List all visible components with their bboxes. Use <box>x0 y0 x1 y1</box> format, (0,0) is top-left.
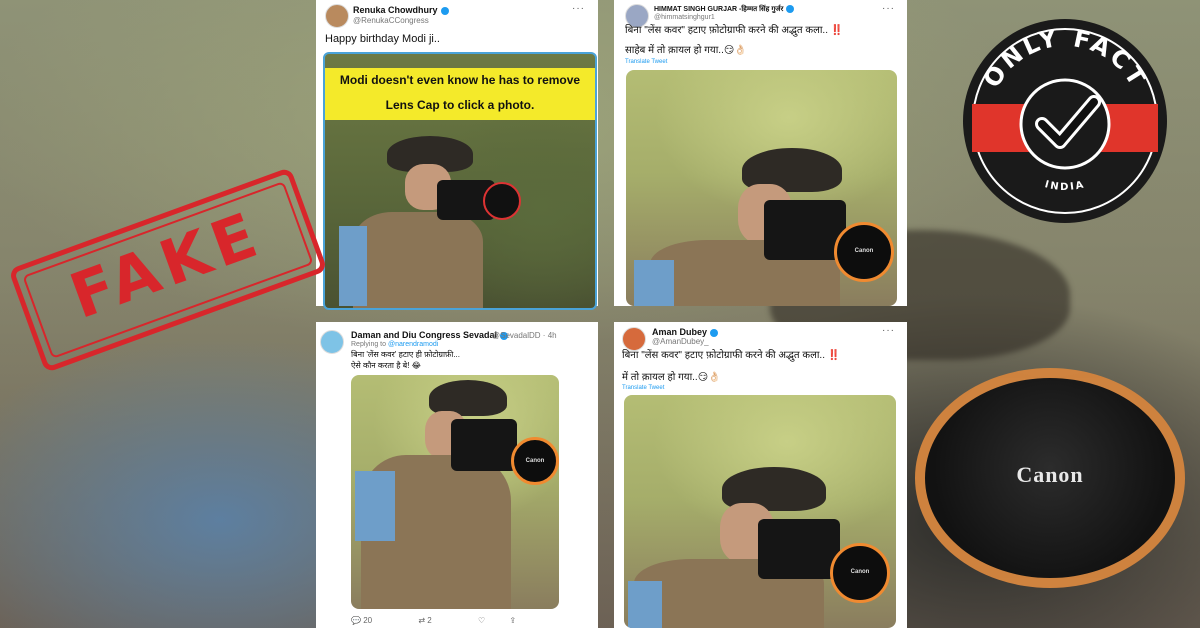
replying-to-handle-link[interactable]: @narendramodi <box>388 341 438 348</box>
like-button[interactable]: ♡ <box>478 616 485 625</box>
photo-shirt <box>355 471 395 541</box>
avatar[interactable] <box>325 4 349 28</box>
tweet-author-name[interactable]: Daman and Diu Congress Sevadal <box>351 330 509 340</box>
tweet-text-line2: में तो क़ायल हो गया..😏👌🏻 <box>622 372 721 383</box>
only-fact-india-logo: ONLY FACT INDIA <box>963 19 1167 223</box>
photo-shirt <box>634 260 674 306</box>
tweet-image[interactable]: Canon <box>351 375 559 609</box>
photo-camera <box>758 519 840 579</box>
meme-caption-banner: Modi doesn't even know he has to remove … <box>325 68 595 120</box>
background-lens-cap-brand: Canon <box>1016 462 1084 487</box>
tweet-author-handle[interactable]: @himmatsinghgur1 <box>654 14 715 21</box>
tweet-card-himmat[interactable]: HIMMAT SINGH GURJAR -हिम्मत सिंह गुर्जर … <box>614 0 907 306</box>
tweet-card-sevadal[interactable]: Daman and Diu Congress Sevadal @SevadalD… <box>316 322 598 628</box>
lens-cap-brand: Canon <box>850 568 870 575</box>
tweet-text-line2: ऐसे कौन करता है बे! 😂 <box>351 361 422 370</box>
avatar[interactable] <box>320 330 344 354</box>
avatar[interactable] <box>622 327 646 351</box>
retweet-button[interactable]: ⇄ 2 <box>418 616 453 625</box>
tweet-card-renuka[interactable]: Renuka Chowdhury @RenukaCCongress ··· Ha… <box>316 0 598 310</box>
verified-badge-icon <box>440 6 449 15</box>
photo-lens-cap: Canon <box>834 222 894 282</box>
tweet-actions: 💬 20 ⇄ 2 ♡ ⇪ <box>351 616 538 625</box>
tweet-text-line1: बिना 'लेंस कवर' हटाए ही फ़ोटोग्राफ़ी... <box>351 350 460 359</box>
meme-caption-line2: Lens Cap to click a photo. <box>385 98 535 112</box>
background-lens-cap: Canon <box>915 368 1185 588</box>
reply-count: 20 <box>363 616 373 625</box>
photo-lens-cap: Canon <box>511 437 559 485</box>
meme-caption-line1: Modi doesn't even know he has to remove <box>339 73 581 87</box>
tweet-author-name[interactable]: Renuka Chowdhury <box>353 5 449 15</box>
photo-lens-cap: Canon <box>830 543 890 603</box>
more-options-icon[interactable]: ··· <box>572 3 585 14</box>
tweet-text-line1: बिना "लेंस कवर" हटाए फ़ोटोग्राफी करने की… <box>625 25 844 36</box>
tweet-text-line2: साहेब में तो क़ायल हो गया..😏👌🏻 <box>625 45 747 56</box>
lens-cap-brand: Canon <box>854 247 874 254</box>
photo-vest <box>353 212 483 308</box>
photo-shirt <box>628 581 662 628</box>
verified-badge-icon <box>786 5 795 14</box>
tweet-image[interactable]: Canon <box>626 70 897 306</box>
tweet-author-name[interactable]: Aman Dubey <box>652 327 719 337</box>
reply-button[interactable]: 💬 20 <box>351 616 394 625</box>
translate-tweet-link[interactable]: Translate Tweet <box>625 59 667 65</box>
replying-to: Replying to @narendramodi <box>351 341 439 348</box>
tweet-author-name[interactable]: HIMMAT SINGH GURJAR -हिम्मत सिंह गुर्जर <box>654 5 795 14</box>
tweet-author-handle[interactable]: @RenukaCCongress <box>353 16 429 25</box>
tweet-text: Happy birthday Modi ji.. <box>325 33 440 45</box>
tweet-image[interactable]: Modi doesn't even know he has to remove … <box>323 52 597 310</box>
lens-cap-brand: Canon <box>525 457 545 464</box>
tweet-author-handle[interactable]: @AmanDubey_ <box>652 337 709 346</box>
tweet-author-handle[interactable]: @SevadalDD · 4h <box>492 331 557 340</box>
share-button[interactable]: ⇪ <box>509 616 516 625</box>
photo-camera <box>451 419 517 471</box>
translate-tweet-link[interactable]: Translate Tweet <box>622 385 664 391</box>
tweet-text-line1: बिना "लेंस कवर" हटाए फ़ोटोग्राफी करने की… <box>622 350 841 361</box>
verified-badge-icon <box>710 328 719 337</box>
retweet-count: 2 <box>427 616 432 625</box>
tweet-image[interactable]: Canon <box>624 395 896 628</box>
tweet-card-aman[interactable]: Aman Dubey @AmanDubey_ ··· बिना "लेंस कव… <box>614 322 907 628</box>
more-options-icon[interactable]: ··· <box>882 3 895 14</box>
more-options-icon[interactable]: ··· <box>882 325 895 336</box>
photo-lens <box>483 182 521 220</box>
photo-shirt <box>339 226 367 306</box>
